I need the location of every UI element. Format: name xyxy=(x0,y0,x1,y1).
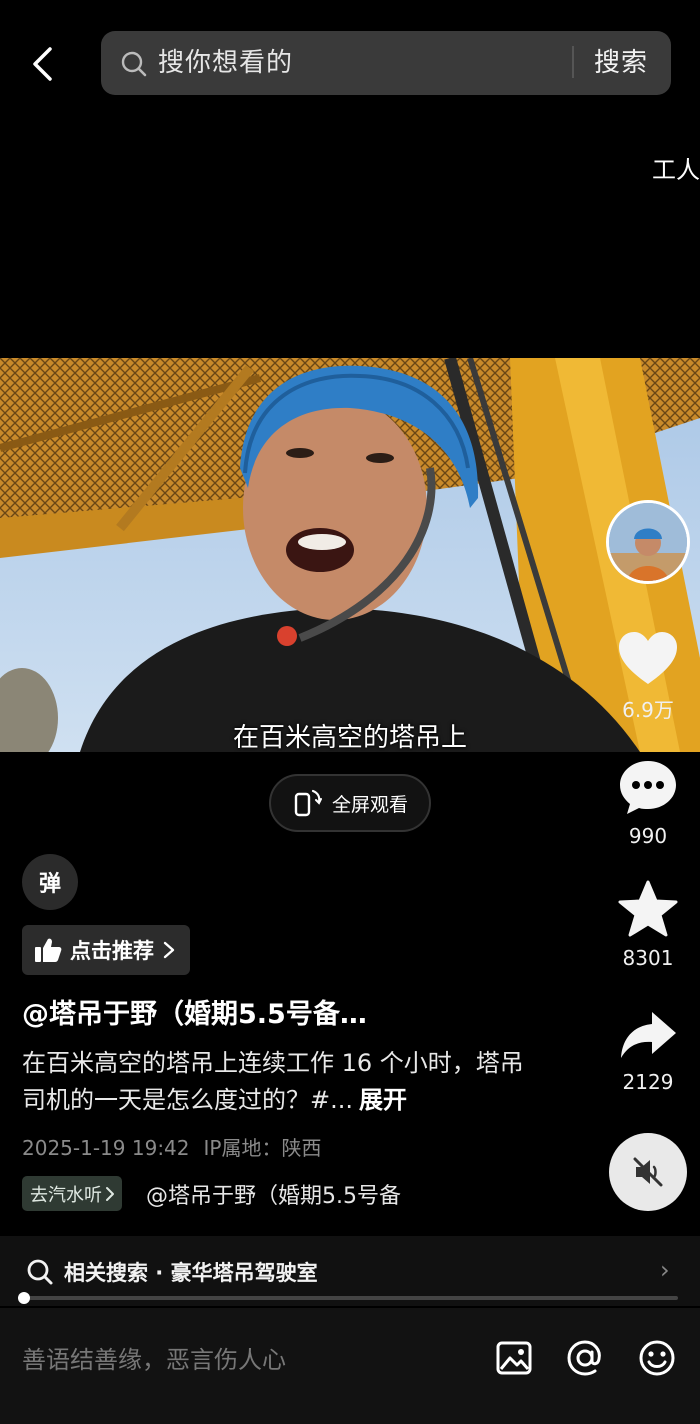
rotate-phone-icon xyxy=(294,789,322,817)
fullscreen-button[interactable]: 全屏观看 xyxy=(269,774,431,832)
search-button[interactable]: 搜索 xyxy=(594,42,648,79)
video-caption: 在百米高空的塔吊上 xyxy=(232,723,467,753)
expand-link[interactable]: 展开 xyxy=(359,1086,407,1114)
video-player[interactable] xyxy=(0,358,700,752)
comment-bubble-icon xyxy=(620,761,676,814)
emoji-icon[interactable] xyxy=(637,1338,677,1378)
like-button[interactable]: 6.9万 xyxy=(603,630,693,723)
favorite-count: 8301 xyxy=(622,946,674,970)
heart-icon xyxy=(619,632,677,684)
like-count: 6.9万 xyxy=(622,698,674,722)
search-icon xyxy=(27,1259,53,1285)
ip-location: IP属地：陕西 xyxy=(203,1136,322,1160)
side-tab-label[interactable]: 工人 xyxy=(652,150,700,185)
author-avatar[interactable] xyxy=(606,500,690,584)
description-text: 在百米高空的塔吊上连续工作 16 个小时，塔吊司机的一天是怎么度过的？#... xyxy=(22,1049,524,1114)
danmaku-label: 弹 xyxy=(38,872,61,897)
back-arrow-icon xyxy=(33,47,52,81)
danmaku-toggle[interactable]: 弹 xyxy=(22,854,78,910)
muted-speaker-icon xyxy=(633,1157,663,1187)
post-description: 在百米高空的塔吊上连续工作 16 个小时，塔吊司机的一天是怎么度过的？#... 展… xyxy=(22,1045,542,1119)
chevron-right-icon xyxy=(163,941,175,959)
comment-input[interactable]: 善语结善缘，恶言伤人心 xyxy=(22,1340,286,1375)
chevron-right-icon: › xyxy=(660,1256,670,1284)
post-meta: 2025-1-19 19:42 IP属地：陕西 xyxy=(22,1132,321,1161)
recommend-button[interactable]: 点击推荐 xyxy=(22,925,190,975)
image-icon[interactable] xyxy=(494,1338,534,1378)
author-name-link[interactable]: @塔吊于野（婚期5.5号备… xyxy=(22,992,367,1031)
at-icon[interactable] xyxy=(565,1338,605,1378)
comment-button[interactable]: 990 xyxy=(603,758,693,848)
progress-track[interactable] xyxy=(22,1296,678,1300)
share-button[interactable]: 2129 xyxy=(603,1010,693,1094)
back-button[interactable] xyxy=(22,40,62,88)
fullscreen-label: 全屏观看 xyxy=(331,793,408,816)
related-search-text[interactable]: 相关搜索 · 豪华塔吊驾驶室 xyxy=(64,1257,318,1287)
star-icon xyxy=(618,880,678,937)
favorite-button[interactable]: 8301 xyxy=(603,880,693,970)
music-app-chip[interactable]: 去汽水听 xyxy=(22,1176,122,1211)
search-divider xyxy=(572,46,574,78)
chevron-right-icon xyxy=(106,1186,114,1201)
music-chip-label: 去汽水听 xyxy=(30,1184,102,1206)
share-arrow-icon xyxy=(621,1012,676,1058)
comment-count: 990 xyxy=(628,824,668,848)
video-frame xyxy=(0,358,700,752)
music-track-text[interactable]: @塔吊于野（婚期5.5号备 xyxy=(146,1178,436,1210)
post-date: 2025-1-19 19:42 xyxy=(22,1136,190,1160)
search-input[interactable]: 搜你想看的 xyxy=(158,42,293,79)
recommend-label: 点击推荐 xyxy=(70,939,154,963)
avatar-image xyxy=(609,503,687,581)
share-count: 2129 xyxy=(622,1070,674,1094)
thumbs-up-icon xyxy=(35,938,62,962)
mute-button[interactable] xyxy=(609,1133,687,1211)
search-icon xyxy=(121,51,147,77)
